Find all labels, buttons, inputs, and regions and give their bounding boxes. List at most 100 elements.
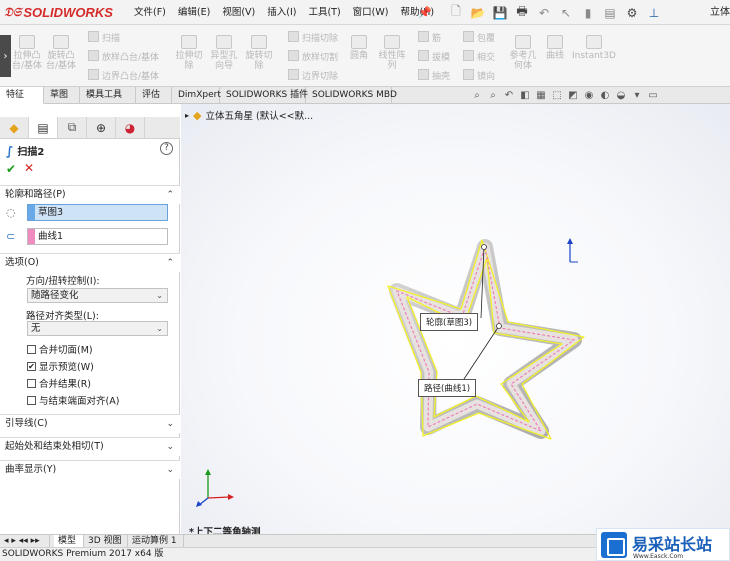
display-style-icon[interactable]: ◩ xyxy=(566,89,580,103)
solidworks-logo[interactable]: 𝔇𝔖 SOLIDWORKS xyxy=(4,3,113,22)
hide-show-items-icon[interactable]: ◉ xyxy=(582,89,596,103)
configuration-manager-tab-icon[interactable]: ⧉ xyxy=(58,117,87,138)
graphics-area[interactable]: ▸ ◆ 立体五角星 (默认<<默... 轮廓(草图3) 路径(曲线1) *上下二… xyxy=(181,104,730,538)
reference-geometry-label: 参考几 何体 xyxy=(509,51,537,71)
cancel-button[interactable]: ✕ xyxy=(24,161,34,175)
tab-dimxpert[interactable]: DimXpert xyxy=(172,87,221,104)
tab-sketch[interactable]: 草图 xyxy=(44,87,80,104)
revolve-cut-button[interactable]: 旋转切 除 xyxy=(244,35,274,71)
hole-wizard-button[interactable]: 异型孔 向导 xyxy=(209,35,239,71)
view-settings-icon[interactable]: ▾ xyxy=(630,89,644,103)
swept-cut-button[interactable]: 扫描切除 xyxy=(288,31,338,44)
instant3d-button[interactable]: Instant3D xyxy=(572,35,616,61)
curves-button[interactable]: 曲线 xyxy=(542,35,568,61)
help-icon[interactable]: ? xyxy=(160,142,173,155)
feature-manager-tab-icon[interactable]: ◆ xyxy=(0,117,29,138)
profile-callout[interactable]: 轮廓(草图3) xyxy=(420,313,479,331)
fillet-label: 圆角 xyxy=(349,51,368,61)
property-manager-tab-icon[interactable]: ▤ xyxy=(29,117,58,138)
draft-button[interactable]: 拔模 xyxy=(418,50,450,63)
merge-result-checkbox[interactable]: 合并结果(R) xyxy=(27,376,91,390)
section-view-icon[interactable]: ◧ xyxy=(518,89,532,103)
select-icon[interactable]: ↖ xyxy=(556,4,576,22)
path-icon: ⊂ xyxy=(6,230,16,243)
display-pane-icon[interactable]: ▭ xyxy=(646,89,660,103)
menu-edit[interactable]: 编辑(E) xyxy=(172,0,216,25)
menu-view[interactable]: 视图(V) xyxy=(216,0,261,25)
display-manager-tab-icon[interactable]: ◕ xyxy=(116,117,145,138)
file-properties-icon[interactable]: ▤ xyxy=(600,4,620,22)
section-guide-curves-label: 引导线(C) xyxy=(5,418,48,429)
tab-mbd[interactable]: SOLIDWORKS MBD xyxy=(306,87,397,104)
title-bar: 𝔇𝔖 SOLIDWORKS 文件(F) 编辑(E) 视图(V) 插入(I) 工具… xyxy=(0,0,730,25)
path-field[interactable]: 曲线1 xyxy=(27,228,168,245)
edit-appearance-icon[interactable]: ◐ xyxy=(598,89,612,103)
section-tangency[interactable]: 起始处和结束处相切(T) ⌄ xyxy=(0,437,180,456)
menu-file[interactable]: 文件(F) xyxy=(128,0,172,25)
rebuild-icon[interactable]: ▮ xyxy=(578,4,598,22)
zoom-to-fit-icon[interactable]: ⌕ xyxy=(470,89,484,103)
show-preview-checkbox[interactable]: ✔ 显示预览(W) xyxy=(27,359,94,373)
merge-tangent-label: 合并切面(M) xyxy=(39,345,93,356)
apply-scene-icon[interactable]: ◒ xyxy=(614,89,628,103)
chevron-down-icon: ⌄ xyxy=(166,419,174,429)
view-orientation-icon[interactable]: ⬚ xyxy=(550,89,564,103)
property-manager: ◆ ▤ ⧉ ⊕ ◕ ∫ 扫描2 ? ✔ ✕ 轮廓和路径(P) ⌃ ◌ 草图3 ⊂… xyxy=(0,117,180,534)
boundary-cut-button[interactable]: 边界切除 xyxy=(288,69,338,82)
dynamic-annotation-icon[interactable]: ▦ xyxy=(534,89,548,103)
sweep-button[interactable]: 扫描 xyxy=(88,31,120,44)
linear-pattern-button[interactable]: 线性阵 列 xyxy=(377,35,407,71)
tab-features[interactable]: 特征 xyxy=(0,87,44,104)
undo-icon[interactable]: ↶ xyxy=(534,4,554,22)
mirror-button[interactable]: 镜向 xyxy=(463,69,495,82)
boundary-boss-button[interactable]: 边界凸台/基体 xyxy=(88,69,159,82)
tab-evaluate[interactable]: 评估 xyxy=(136,87,172,104)
loft-boss-button[interactable]: 放样凸台/基体 xyxy=(88,50,159,63)
merge-tangent-checkbox[interactable]: 合并切面(M) xyxy=(27,342,93,356)
previous-view-icon[interactable]: ↶ xyxy=(502,89,516,103)
save-icon[interactable]: 💾 xyxy=(490,4,510,22)
align-end-checkbox[interactable]: 与结束端面对齐(A) xyxy=(27,393,119,407)
quick-access-toolbar: 🗋 📂 💾 🖶 ↶ ↖ ▮ ▤ ⚙ ⊥ xyxy=(446,2,664,23)
section-profile-path[interactable]: 轮廓和路径(P) ⌃ xyxy=(0,185,180,204)
path-color-swatch xyxy=(28,229,35,244)
tab-addins[interactable]: SOLIDWORKS 插件 xyxy=(220,87,308,104)
twist-control-select[interactable]: 随路径变化 ⌄ xyxy=(27,288,168,303)
shell-button[interactable]: 抽壳 xyxy=(418,69,450,82)
dimxpert-manager-tab-icon[interactable]: ⊕ xyxy=(87,117,116,138)
ok-button[interactable]: ✔ xyxy=(6,162,16,176)
new-document-icon[interactable]: 🗋 xyxy=(446,4,466,22)
open-icon[interactable]: 📂 xyxy=(468,4,488,22)
hole-wizard-label: 异型孔 向导 xyxy=(210,51,238,71)
menu-insert[interactable]: 插入(I) xyxy=(261,0,302,25)
reference-geometry-button[interactable]: 参考几 何体 xyxy=(508,35,538,71)
revolve-cut-label: 旋转切 除 xyxy=(245,51,273,71)
menu-tools[interactable]: 工具(T) xyxy=(302,0,346,25)
extrude-cut-button[interactable]: 拉伸切 除 xyxy=(174,35,204,71)
lofted-cut-button[interactable]: 放样切割 xyxy=(288,50,338,63)
ribbon-expand-arrow-icon[interactable]: › xyxy=(0,35,11,77)
section-guide-curves[interactable]: 引导线(C) ⌄ xyxy=(0,414,180,433)
path-align-select[interactable]: 无 ⌄ xyxy=(27,321,168,336)
section-options[interactable]: 选项(O) ⌃ xyxy=(0,253,180,272)
tab-mold-tools[interactable]: 模具工具 xyxy=(80,87,136,104)
zoom-area-icon[interactable]: ⌕ xyxy=(486,89,500,103)
pin-icon[interactable]: 📌 xyxy=(418,6,432,19)
revolve-boss-button[interactable]: 旋转凸 台/基体 xyxy=(46,35,76,71)
section-curvature-display[interactable]: 曲率显示(Y) ⌄ xyxy=(0,460,180,479)
profile-field[interactable]: 草图3 xyxy=(27,204,168,221)
triad-icon[interactable]: ⊥ xyxy=(644,4,664,22)
print-icon[interactable]: 🖶 xyxy=(512,4,532,22)
watermark-logo-icon xyxy=(601,531,627,558)
rib-button[interactable]: 筋 xyxy=(418,31,441,44)
intersect-button[interactable]: 相交 xyxy=(463,50,495,63)
fillet-button[interactable]: 圆角 xyxy=(346,35,372,61)
document-title: 立体 xyxy=(710,7,730,18)
extrude-boss-button[interactable]: 拉伸凸 台/基体 xyxy=(12,35,42,71)
wrap-button[interactable]: 包覆 xyxy=(463,31,495,44)
menu-window[interactable]: 窗口(W) xyxy=(347,0,395,25)
options-gear-icon[interactable]: ⚙ xyxy=(622,4,642,22)
path-value: 曲线1 xyxy=(38,231,64,242)
extrude-boss-label: 拉伸凸 台/基体 xyxy=(12,51,43,71)
path-callout[interactable]: 路径(曲线1) xyxy=(418,379,477,397)
